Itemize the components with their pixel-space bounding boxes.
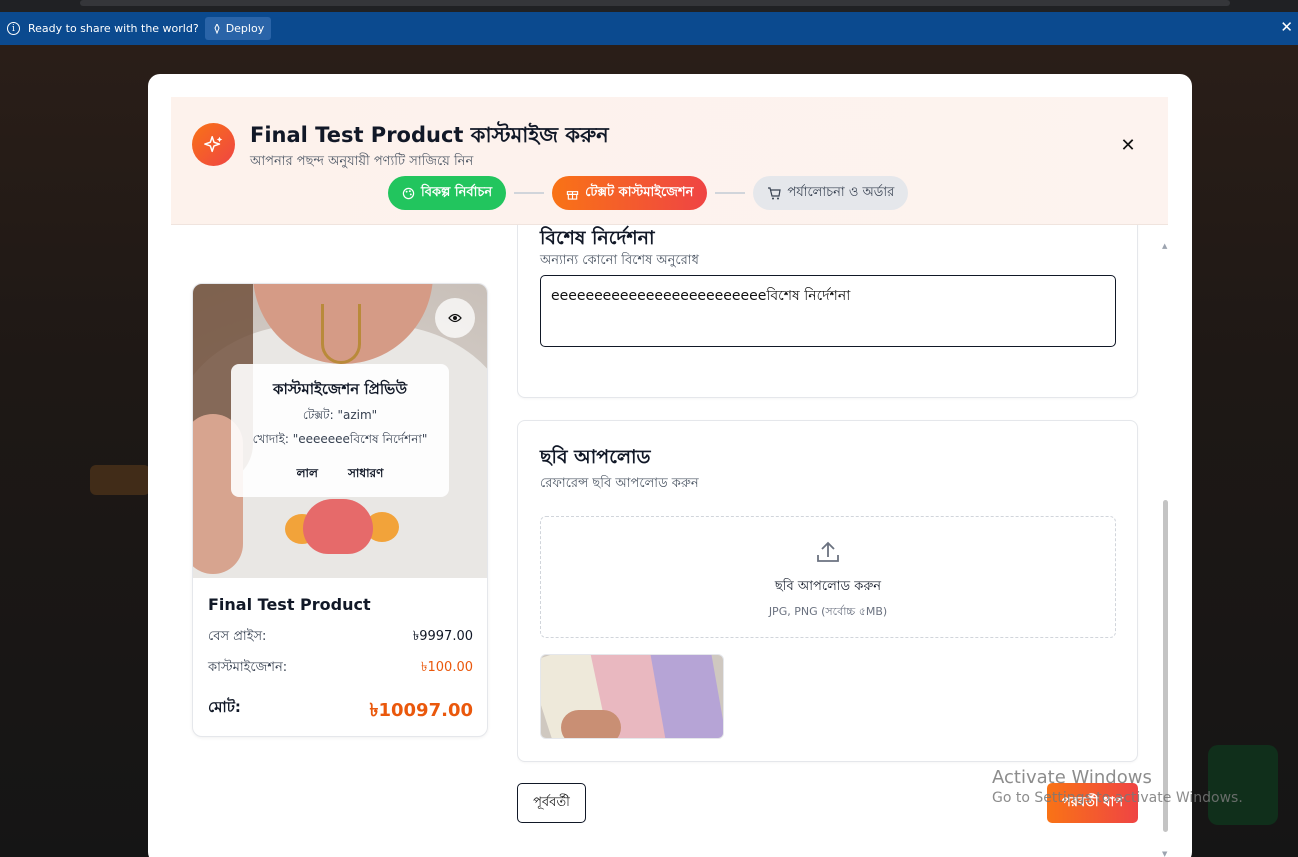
customization-preview: কাস্টমাইজেশন প্রিভিউ টেক্সট: "azim" খোদা… [231,364,449,497]
scrollbar-thumb[interactable] [1163,500,1168,832]
preview-tag-color: লাল [296,466,318,480]
address-bar[interactable] [80,0,1230,6]
preview-engraving-line: খোদাই: "eeeeeeeবিশেষ নির্দেশনা" [252,432,428,446]
uploaded-image-thumbnail[interactable] [540,654,724,739]
upload-hint: JPG, PNG (সর্বোচ্চ ৫MB) [768,605,888,618]
step-label: টেক্সট কাস্টমাইজেশন [585,184,694,200]
instructions-textarea[interactable]: eeeeeeeeeeeeeeeeeeeeeeeeeবিশেষ নির্দেশনা [540,275,1116,347]
custom-price-row: কাস্টমাইজেশন: ৳100.00 [208,658,473,679]
total-value: ৳10097.00 [369,700,473,721]
upload-dropzone[interactable]: ছবি আপলোড করুন JPG, PNG (সর্বোচ্চ ৫MB) [540,516,1116,638]
palette-icon [402,187,415,199]
photo-chain [321,304,361,364]
next-step-button[interactable]: পরবর্তী ধাপ [1047,783,1138,823]
gift-icon [566,190,579,200]
panel-scrollbar[interactable]: ▲ ▼ [1161,238,1170,857]
infobar-message: Ready to share with the world? [28,22,199,35]
browser-topbar [0,0,1298,12]
preview-toggle-button[interactable] [435,298,475,338]
deploy-button[interactable]: Deploy [204,17,272,40]
product-name: Final Test Product [208,595,371,614]
step-label: পর্যালোচনা ও অর্ডার [787,184,895,200]
eye-icon [448,313,462,323]
preview-text-line: টেক্সট: "azim" [302,408,378,422]
modal-subtitle: আপনার পছন্দ অনুযায়ী পণ্যটি সাজিয়ে নিন [250,154,474,169]
modal-title: Final Test Product কাস্টমাইজ করুন [250,123,609,147]
scroll-down-icon[interactable]: ▼ [1162,850,1167,857]
custom-price-value: ৳100.00 [421,660,473,675]
upload-subtitle: রেফারেন্স ছবি আপলোড করুন [540,476,699,491]
customization-panel[interactable]: বিশেষ নির্দেশনা অন্যান্য কোনো বিশেষ অনুর… [517,225,1165,857]
rocket-icon [214,23,220,34]
step-label: বিকল্প নির্বাচন [421,184,493,200]
base-price-label: বেস প্রাইস: [208,629,267,644]
base-price-row: বেস প্রাইস: ৳9997.00 [208,627,473,648]
instructions-subtitle: অন্যান্য কোনো বিশেষ অনুরোধ [540,253,699,268]
backdrop-decor [90,465,150,495]
total-label: মোট: [208,698,241,716]
step-options[interactable]: বিকল্প নির্বাচন [388,176,507,210]
custom-price-label: কাস্টমাইজেশন: [208,660,288,675]
infobar-close-icon[interactable]: ✕ [1280,20,1293,35]
step-separator [514,192,545,194]
step-review-order[interactable]: পর্যালোচনা ও অর্ডার [753,176,909,210]
scroll-up-icon[interactable]: ▲ [1162,242,1167,250]
upload-icon [817,541,839,562]
backdrop-decor [1208,745,1278,825]
previous-button[interactable]: পূর্ববর্তী [517,783,586,823]
product-summary-card: কাস্টমাইজেশন প্রিভিউ টেক্সট: "azim" খোদা… [192,283,488,737]
preview-tags: লাল সাধারণ [231,465,449,485]
product-image: কাস্টমাইজেশন প্রিভিউ টেক্সট: "azim" খোদা… [193,284,487,578]
photo-print [303,499,373,554]
customize-modal: Final Test Product কাস্টমাইজ করুন আপনার … [148,74,1192,857]
deploy-infobar: i Ready to share with the world? Deploy … [0,12,1298,45]
stepper: বিকল্প নির্বাচন টেক্সট কাস্টমাইজেশন পর্য… [388,176,909,210]
sparkles-icon [192,123,235,166]
upload-card: ছবি আপলোড রেফারেন্স ছবি আপলোড করুন ছবি আ… [517,420,1138,762]
step-text-customization[interactable]: টেক্সট কাস্টমাইজেশন [552,176,708,210]
cart-icon [768,186,782,199]
close-icon[interactable]: ✕ [1117,134,1139,156]
upload-title: ছবি আপলোড [540,446,651,468]
modal-header: Final Test Product কাস্টমাইজ করুন আপনার … [171,97,1168,225]
info-icon: i [7,22,20,35]
step-separator [715,192,746,194]
thumb-hand [561,710,621,738]
total-row: মোট: ৳10097.00 [208,696,473,727]
instructions-card: বিশেষ নির্দেশনা অন্যান্য কোনো বিশেষ অনুর… [517,225,1138,398]
base-price-value: ৳9997.00 [412,629,473,644]
preview-tag-style: সাধারণ [347,466,384,480]
preview-title: কাস্টমাইজেশন প্রিভিউ [272,380,408,398]
deploy-label: Deploy [225,22,265,35]
upload-label: ছবি আপলোড করুন [774,579,882,594]
